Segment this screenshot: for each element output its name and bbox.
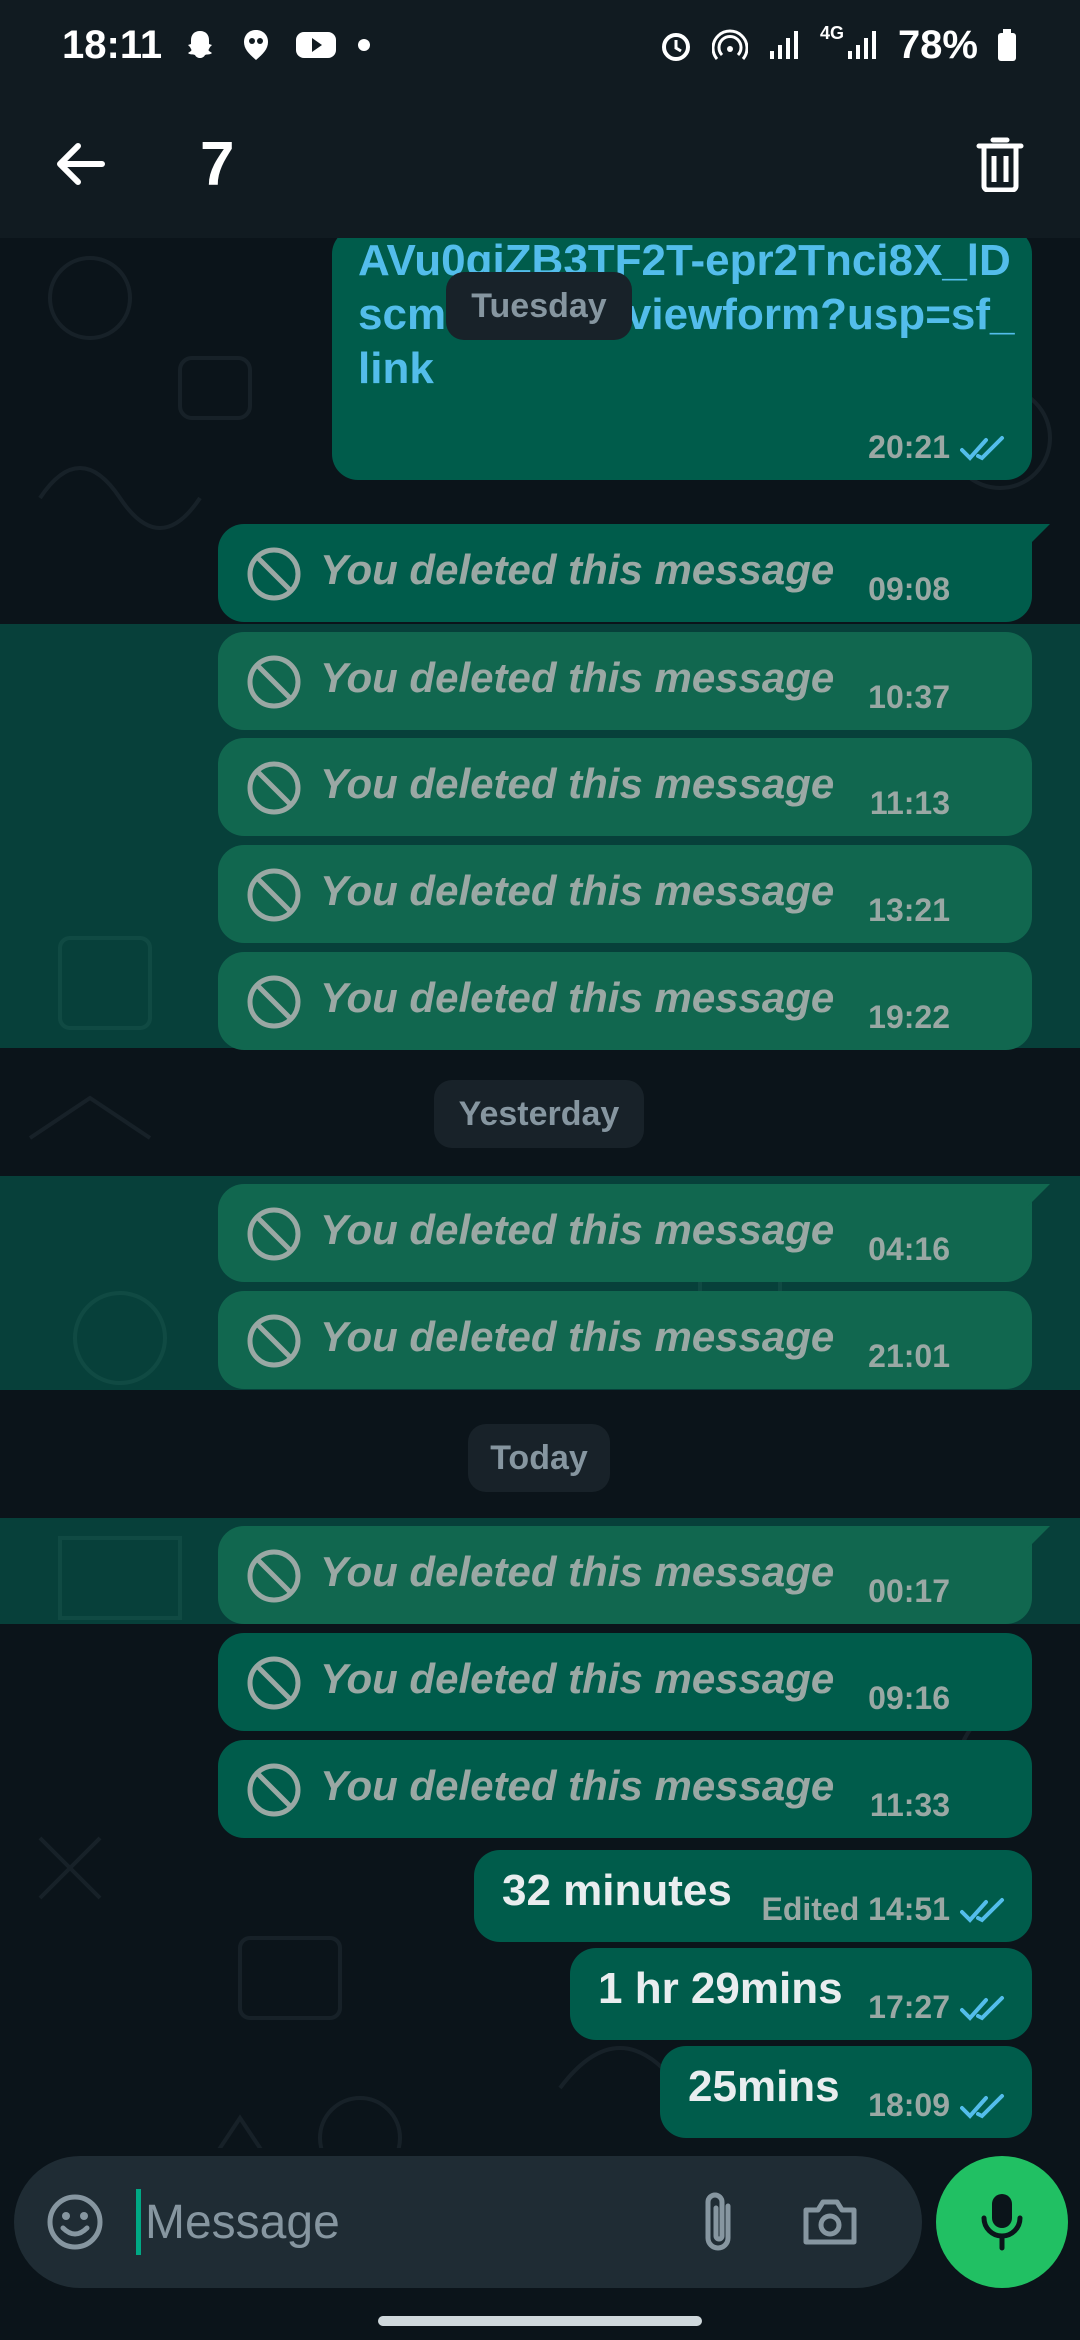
message-time: 20:21 (868, 429, 950, 465)
voice-record-button[interactable] (936, 2156, 1068, 2288)
emoji-icon (47, 2194, 103, 2250)
message-text: 1 hr 29mins (598, 1964, 843, 2013)
deleted-message[interactable]: You deleted this message 04:16 (218, 1184, 1050, 1282)
selected-count: 7 (200, 129, 235, 199)
ban-icon (247, 655, 301, 709)
network-type: 4G (819, 23, 844, 43)
trash-icon (976, 137, 1024, 192)
ban-icon (247, 761, 301, 815)
camera-button[interactable] (795, 2187, 865, 2257)
attach-button[interactable] (685, 2187, 755, 2257)
text-message[interactable]: 25mins 18:09 (660, 2046, 1032, 2138)
message-time: 04:16 (868, 1231, 950, 1267)
battery-level: 78% (897, 22, 978, 67)
deleted-message-text: You deleted this message (320, 1313, 835, 1360)
deleted-message-text: You deleted this message (320, 654, 835, 701)
read-ticks-icon (960, 436, 1004, 461)
deleted-message-text: You deleted this message (320, 1655, 835, 1702)
ban-icon (247, 1656, 301, 1710)
read-ticks-icon (960, 1996, 1004, 2021)
message-time: 10:37 (868, 679, 950, 715)
system-nav-bar (0, 2300, 1080, 2340)
deleted-message-text: You deleted this message (320, 546, 835, 593)
bubble-tail (1028, 524, 1050, 546)
ban-icon (247, 1207, 301, 1261)
message-composer (14, 2156, 922, 2288)
status-time: 18:11 (62, 22, 163, 67)
date-divider-yesterday: Yesterday (434, 1080, 644, 1148)
selection-app-bar: 7 (0, 90, 1080, 238)
message-time: 11:33 (869, 1787, 950, 1823)
link-message-bubble[interactable]: AVu0qiZB3TF2T-epr2Tnci8X_lDscmwZMMQ/view… (332, 238, 1032, 480)
deleted-message-text: You deleted this message (320, 1206, 835, 1253)
message-meta: 17:27 (868, 1989, 950, 2025)
ban-icon (247, 1763, 301, 1817)
deleted-message[interactable]: You deleted this message 19:22 (218, 952, 1032, 1050)
deleted-message-text: You deleted this message (320, 867, 835, 914)
deleted-message[interactable]: You deleted this message 09:16 (218, 1633, 1032, 1731)
bubble-tail (1028, 1184, 1050, 1206)
signal-icon (766, 27, 802, 63)
ghost-icon (238, 27, 274, 63)
read-ticks-icon (960, 2094, 1004, 2119)
message-text: 32 minutes (502, 1866, 732, 1915)
deleted-message[interactable]: You deleted this message 10:37 (218, 632, 1032, 730)
message-time: 11:13 (869, 785, 950, 821)
back-button[interactable] (40, 124, 120, 204)
ban-icon (247, 1314, 301, 1368)
deleted-message-text: You deleted this message (320, 1548, 835, 1595)
text-cursor (136, 2189, 141, 2255)
deleted-message-text: You deleted this message (320, 1762, 835, 1809)
signal-4g-icon: 4G (820, 23, 880, 63)
deleted-message-text: You deleted this message (320, 974, 835, 1021)
emoji-button[interactable] (40, 2187, 110, 2257)
alarm-icon (658, 27, 694, 63)
status-bar: 18:11 4G 78% (0, 0, 1080, 90)
message-text: 25mins (688, 2062, 840, 2111)
home-gesture-handle[interactable] (378, 2316, 702, 2326)
deleted-message[interactable]: You deleted this message 11:13 (218, 738, 1032, 836)
message-time: 09:16 (868, 1680, 950, 1716)
ban-icon (247, 1549, 301, 1603)
date-divider-today: Today (468, 1424, 610, 1492)
deleted-message[interactable]: You deleted this message 21:01 (218, 1291, 1032, 1389)
message-meta: 18:09 (868, 2087, 950, 2123)
camera-icon (803, 2199, 857, 2245)
youtube-icon (294, 27, 338, 63)
date-divider-tuesday: Tuesday (446, 272, 632, 340)
deleted-message[interactable]: You deleted this message 09:08 (218, 524, 1050, 622)
deleted-message[interactable]: You deleted this message 11:33 (218, 1740, 1032, 1838)
message-time: 13:21 (868, 892, 950, 928)
text-message[interactable]: 32 minutes Edited 14:51 (474, 1850, 1032, 1942)
ban-icon (247, 868, 301, 922)
message-time: 19:22 (868, 999, 950, 1035)
message-meta: Edited 14:51 (761, 1891, 950, 1927)
message-time: 09:08 (868, 571, 950, 607)
deleted-message[interactable]: You deleted this message 13:21 (218, 845, 1032, 943)
paperclip-icon (705, 2192, 731, 2251)
message-time: 00:17 (868, 1573, 950, 1609)
chat-messages-area[interactable]: AVu0qiZB3TF2T-epr2Tnci8X_lDscmwZMMQ/view… (0, 238, 1080, 2148)
hotspot-icon (711, 27, 749, 63)
snapchat-icon (182, 27, 218, 63)
battery-icon (996, 27, 1018, 63)
delete-button[interactable] (960, 124, 1040, 204)
bubble-tail (1028, 1526, 1050, 1548)
deleted-message-text: You deleted this message (320, 760, 835, 807)
read-ticks-icon (960, 1898, 1004, 1923)
message-input[interactable] (145, 2194, 665, 2250)
notification-dot-icon (358, 39, 371, 51)
ban-icon (247, 975, 301, 1029)
text-message[interactable]: 1 hr 29mins 17:27 (570, 1948, 1032, 2040)
ban-icon (247, 547, 301, 601)
deleted-message[interactable]: You deleted this message 00:17 (218, 1526, 1050, 1624)
arrow-left-icon (57, 143, 105, 185)
message-time: 21:01 (868, 1338, 950, 1374)
microphone-icon (981, 2194, 1023, 2251)
